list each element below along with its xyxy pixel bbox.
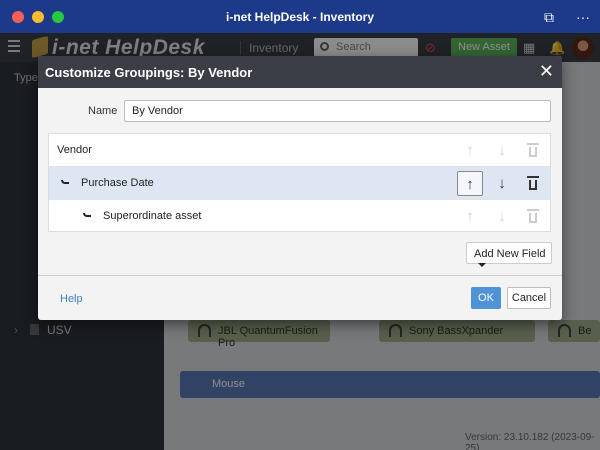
down-arrow-icon: ↓ [498,208,506,225]
child-indent-icon [61,180,69,184]
trash-icon[interactable] [520,171,546,196]
window-title: i-net HelpDesk - Inventory [225,10,375,24]
trash-icon [520,138,546,163]
dialog-header: Customize Groupings: By Vendor ✕ [38,56,562,88]
grouping-row-label: Vendor [57,144,92,156]
footer-divider [38,275,562,276]
up-arrow-icon: ↑ [466,142,474,159]
grouping-row[interactable]: Purchase Date ↑ ↓ [49,167,550,200]
cancel-button[interactable]: Cancel [507,287,551,309]
share-icon[interactable]: ⧉ [544,9,554,26]
grouping-list: Vendor ↑ ↓ Purchase Date ↑ ↓ Superordina… [48,133,551,232]
help-link[interactable]: Help [60,293,83,305]
up-arrow-icon[interactable]: ↑ [457,171,483,196]
grouping-row[interactable]: Vendor ↑ ↓ [49,134,550,167]
ok-button[interactable]: OK [471,287,501,309]
down-arrow-icon: ↓ [498,142,506,159]
dialog-title: Customize Groupings: By Vendor [45,65,253,80]
grouping-row[interactable]: Superordinate asset ↑ ↓ [49,200,550,233]
add-new-field-dropdown[interactable]: Add New Field [466,242,552,267]
grouping-row-label: Superordinate asset [103,210,202,222]
more-icon[interactable]: ··· [576,9,590,25]
window-titlebar: i-net HelpDesk - Inventory ⧉ ··· [0,0,600,33]
grouping-name-input[interactable] [124,100,551,122]
name-label: Name [88,105,118,117]
grouping-row-label: Purchase Date [81,177,154,189]
close-icon[interactable]: ✕ [539,61,554,82]
grouping-row-label-wrap: Purchase Date [61,177,154,189]
grouping-row-label-wrap: Superordinate asset [83,210,201,222]
up-arrow-icon: ↑ [466,208,474,225]
child-indent-icon [83,213,91,217]
down-arrow-icon[interactable]: ↓ [489,171,515,196]
add-new-field-label: Add New Field [474,248,546,260]
customize-groupings-dialog: Customize Groupings: By Vendor ✕ Name Ve… [38,56,562,320]
caret-down-icon [478,263,486,267]
trash-icon [520,204,546,229]
